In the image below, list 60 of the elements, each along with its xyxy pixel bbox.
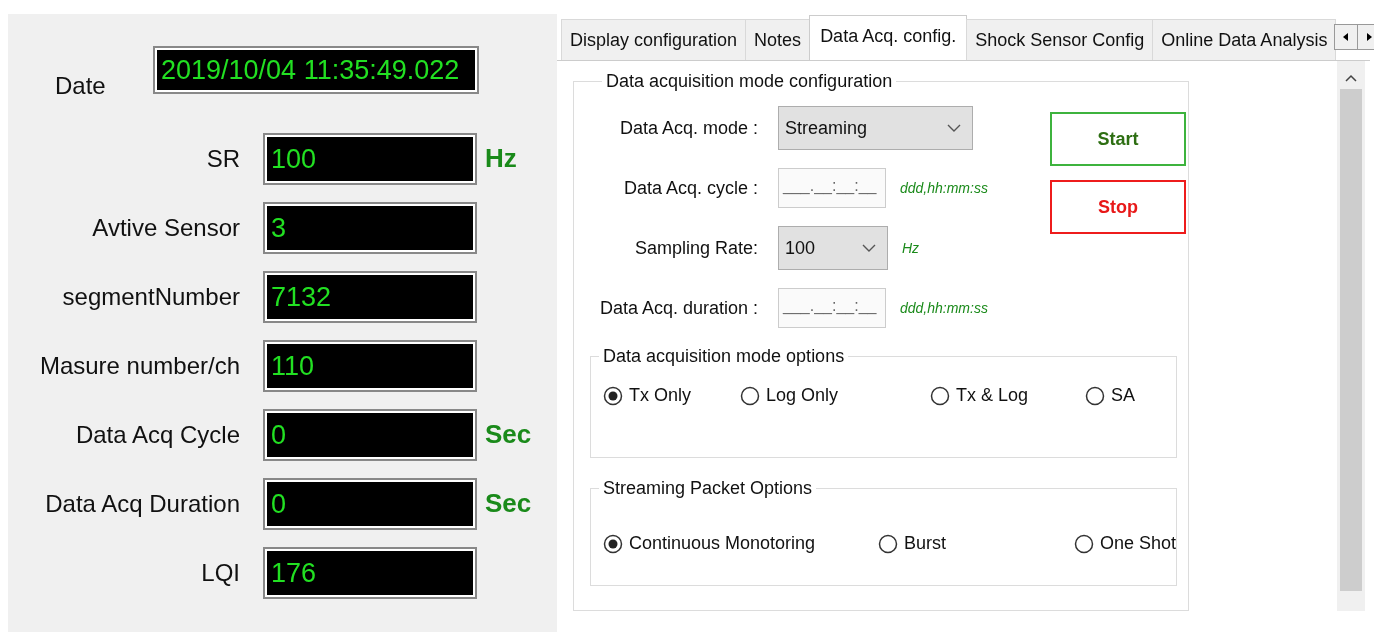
radio-button[interactable] (878, 533, 898, 554)
value-display: 2019/10/04 11:35:49.022 (155, 48, 477, 92)
radio-label[interactable]: One Shot (1100, 533, 1177, 554)
radio-button[interactable] (930, 385, 950, 406)
setting-label: Data Acq. duration : (598, 297, 758, 319)
radio-button[interactable] (1085, 385, 1105, 406)
rate-dropdown[interactable]: 100 (778, 226, 888, 270)
radio-label[interactable]: Continuous Monotoring (629, 533, 872, 554)
tab[interactable]: Display configuration (561, 19, 747, 60)
chevron-down-icon (861, 243, 877, 253)
format-hint: ddd,hh:mm:ss (900, 300, 988, 316)
field-label: Masure number/ch (38, 351, 240, 380)
radio-label[interactable]: Log Only (766, 385, 924, 406)
value-display: 100 (265, 134, 475, 183)
field-label: Date (54, 72, 107, 100)
radio-button[interactable] (603, 533, 623, 554)
time-input-field[interactable]: ___.__:__:__ (778, 288, 886, 328)
format-hint: ddd,hh:mm:ss (900, 180, 988, 196)
setting-label: Data Acq. mode : (618, 117, 758, 139)
group-title: Data acquisition mode configuration (605, 71, 894, 92)
radio-label[interactable]: Burst (904, 533, 1068, 554)
format-hint: Hz (902, 240, 920, 256)
mode-dropdown[interactable]: Streaming (778, 106, 973, 150)
radio-button[interactable] (740, 385, 760, 406)
value-display: 3 (265, 203, 475, 252)
radio-label[interactable]: Tx Only (629, 385, 734, 406)
field-label: SR (205, 144, 240, 173)
field-label: Data Acq Cycle (74, 420, 240, 449)
unit-label: Sec (485, 419, 533, 450)
scrollbar-thumb[interactable] (1340, 89, 1362, 591)
tab[interactable]: Data Acq. config. (809, 15, 968, 60)
setting-label: Sampling Rate: (633, 237, 758, 259)
group-title: Data acquisition mode options (602, 346, 846, 367)
field-label: Avtive Sensor (91, 213, 240, 242)
time-input-field[interactable]: ___.__:__:__ (778, 168, 886, 208)
unit-label: Hz (485, 143, 518, 174)
value-display: 7132 (265, 272, 475, 321)
scroll-left-icon[interactable] (1334, 24, 1359, 50)
field-label: segmentNumber (61, 282, 240, 311)
scroll-right-icon[interactable] (1357, 24, 1374, 50)
radio-label[interactable]: SA (1111, 385, 1176, 406)
value-display: 0 (265, 410, 475, 459)
value-display: 176 (265, 548, 475, 597)
field-label: Data Acq Duration (44, 489, 240, 518)
tab[interactable]: Online Data Analysis (1152, 19, 1337, 60)
radio-label[interactable]: Tx & Log (956, 385, 1079, 406)
tab[interactable]: Notes (745, 19, 811, 60)
scroll-up-icon[interactable] (1344, 73, 1358, 83)
setting-label: Data Acq. cycle : (622, 177, 758, 199)
start-button[interactable]: Start (1050, 112, 1186, 166)
unit-label: Sec (485, 488, 533, 519)
stop-button[interactable]: Stop (1050, 180, 1186, 234)
radio-button[interactable] (1074, 533, 1094, 554)
value-display: 110 (265, 341, 475, 390)
field-label: LQI (200, 558, 240, 587)
value-display: 0 (265, 479, 475, 528)
radio-button[interactable] (603, 385, 623, 406)
chevron-down-icon (946, 123, 962, 133)
group-title: Streaming Packet Options (602, 478, 814, 499)
tab[interactable]: Shock Sensor Config (966, 19, 1154, 60)
